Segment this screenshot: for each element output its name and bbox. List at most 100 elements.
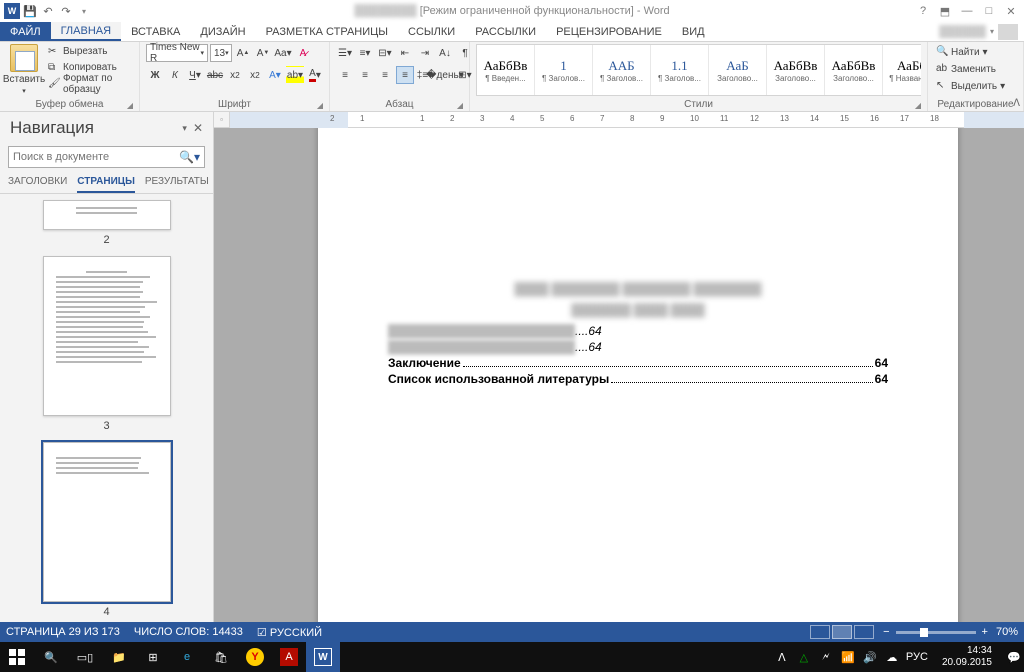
toc-entry[interactable]: ██████████████████████....64 xyxy=(388,340,888,354)
styles-dialog-launcher[interactable]: ◢ xyxy=(915,101,921,110)
align-center-icon[interactable]: ≡ xyxy=(356,66,374,84)
style-item[interactable]: АаБбВв¶ Введен... xyxy=(477,45,535,95)
tray-volume-icon[interactable]: 🔊 xyxy=(862,649,878,665)
close-icon[interactable]: ✕ xyxy=(1004,5,1018,18)
find-button[interactable]: 🔍Найти ▾ xyxy=(934,44,990,60)
page-thumb[interactable]: 2 xyxy=(0,200,213,246)
underline-icon[interactable]: Ч▾ xyxy=(186,66,204,84)
word-taskbar-icon[interactable]: W xyxy=(306,642,340,672)
bold-icon[interactable]: Ж xyxy=(146,66,164,84)
toc-entry[interactable]: Заключение64 xyxy=(388,356,888,370)
calculator-icon[interactable]: ⊞ xyxy=(136,642,170,672)
nav-close-icon[interactable]: ✕ xyxy=(193,121,203,135)
tab-references[interactable]: ССЫЛКИ xyxy=(398,22,465,41)
tab-home[interactable]: ГЛАВНАЯ xyxy=(51,22,121,41)
ribbon-display-icon[interactable]: ⬒ xyxy=(938,5,952,18)
tab-review[interactable]: РЕЦЕНЗИРОВАНИЕ xyxy=(546,22,672,41)
format-painter-button[interactable]: 🖌Формат по образцу xyxy=(46,76,133,91)
view-print-icon[interactable] xyxy=(832,625,852,639)
text-effects-icon[interactable]: A▾ xyxy=(266,66,284,84)
styles-gallery[interactable]: АаБбВв¶ Введен...1¶ Заголов...ААБ¶ Загол… xyxy=(476,44,921,96)
nav-search[interactable]: 🔍▾ xyxy=(8,146,205,168)
edge-icon[interactable]: e xyxy=(170,642,204,672)
account-area[interactable]: ██████ ▾ xyxy=(939,22,1024,41)
tab-mailings[interactable]: РАССЫЛКИ xyxy=(465,22,546,41)
zoom-in-icon[interactable]: + xyxy=(982,626,988,638)
maximize-icon[interactable]: □ xyxy=(982,5,996,18)
document-page[interactable]: ████ ████████ ████████ ████████ ███████ … xyxy=(318,128,958,622)
zoom-slider[interactable] xyxy=(896,631,976,634)
page-thumb[interactable]: 4 xyxy=(0,442,213,618)
status-words[interactable]: ЧИСЛО СЛОВ: 14433 xyxy=(134,626,243,638)
tray-clock[interactable]: 14:34 20.09.2015 xyxy=(934,645,1000,669)
adobe-icon[interactable]: A xyxy=(272,642,306,672)
numbering-icon[interactable]: ≡▾ xyxy=(356,44,374,62)
page-canvas[interactable]: ████ ████████ ████████ ████████ ███████ … xyxy=(214,128,1024,622)
explorer-icon[interactable]: 📁 xyxy=(102,642,136,672)
view-read-icon[interactable] xyxy=(810,625,830,639)
undo-icon[interactable]: ↶ xyxy=(40,3,56,19)
style-item[interactable]: ААБ¶ Заголов... xyxy=(593,45,651,95)
start-button[interactable] xyxy=(0,642,34,672)
nav-search-input[interactable] xyxy=(13,151,179,163)
zoom-out-icon[interactable]: − xyxy=(883,626,889,638)
store-icon[interactable]: 🛍 xyxy=(204,642,238,672)
style-item[interactable]: АаБбВвЗаголово... xyxy=(825,45,883,95)
toc-entry[interactable]: ██████████████████████....64 xyxy=(388,324,888,338)
tab-file[interactable]: ФАЙЛ xyxy=(0,22,51,41)
tray-wifi-icon[interactable]: 📶 xyxy=(840,649,856,665)
decrease-indent-icon[interactable]: ⇤ xyxy=(396,44,414,62)
tab-insert[interactable]: ВСТАВКА xyxy=(121,22,190,41)
style-item[interactable]: АаБбВвЗаголово... xyxy=(767,45,825,95)
font-size-combo[interactable]: 13▾ xyxy=(210,44,232,62)
qat-dropdown-icon[interactable]: ▾ xyxy=(76,3,92,19)
tab-layout[interactable]: РАЗМЕТКА СТРАНИЦЫ xyxy=(256,22,398,41)
status-language[interactable]: ☑ РУССКИЙ xyxy=(257,626,322,639)
tray-notifications-icon[interactable]: 💬 xyxy=(1006,649,1022,665)
page-thumb[interactable]: 3 xyxy=(0,256,213,432)
style-item[interactable]: АаБЗаголово... xyxy=(709,45,767,95)
clear-formatting-icon[interactable]: A̷ xyxy=(294,44,312,62)
tray-lang[interactable]: РУС xyxy=(906,649,928,665)
nav-tab-headings[interactable]: ЗАГОЛОВКИ xyxy=(8,176,67,193)
italic-icon[interactable]: К xyxy=(166,66,184,84)
collapse-ribbon-icon[interactable]: ᐱ xyxy=(1013,98,1020,109)
style-item[interactable]: 1.1¶ Заголов... xyxy=(651,45,709,95)
clipboard-dialog-launcher[interactable]: ◢ xyxy=(127,101,133,110)
search-icon[interactable]: 🔍▾ xyxy=(179,150,200,164)
bullets-icon[interactable]: ☰▾ xyxy=(336,44,354,62)
subscript-icon[interactable]: x2 xyxy=(226,66,244,84)
style-item[interactable]: 1¶ Заголов... xyxy=(535,45,593,95)
horizontal-ruler[interactable]: 21123456789101112131415161718 xyxy=(230,112,1024,128)
change-case-icon[interactable]: Aa▾ xyxy=(274,44,292,62)
taskbar-search-icon[interactable]: 🔍 xyxy=(34,642,68,672)
paragraph-dialog-launcher[interactable]: ◢ xyxy=(457,101,463,110)
ruler-corner[interactable]: ▫ xyxy=(214,112,230,128)
strike-icon[interactable]: abc xyxy=(206,66,224,84)
shading-icon[interactable]: �день▾ xyxy=(436,66,454,84)
align-left-icon[interactable]: ≡ xyxy=(336,66,354,84)
highlight-icon[interactable]: ab▾ xyxy=(286,66,304,84)
paste-button[interactable]: Вставить ▾ xyxy=(6,44,42,95)
increase-indent-icon[interactable]: ⇥ xyxy=(416,44,434,62)
toc-entry[interactable]: Список использованной литературы64 xyxy=(388,372,888,386)
zoom-level[interactable]: 70% xyxy=(996,626,1018,638)
taskview-icon[interactable]: ▭▯ xyxy=(68,642,102,672)
tray-chevron-icon[interactable]: ᐱ xyxy=(774,649,790,665)
save-icon[interactable]: 💾 xyxy=(22,3,38,19)
status-page[interactable]: СТРАНИЦА 29 ИЗ 173 xyxy=(6,626,120,638)
nav-tab-pages[interactable]: СТРАНИЦЫ xyxy=(77,176,135,193)
view-web-icon[interactable] xyxy=(854,625,874,639)
redo-icon[interactable]: ↷ xyxy=(58,3,74,19)
multilevel-icon[interactable]: ⊟▾ xyxy=(376,44,394,62)
align-right-icon[interactable]: ≡ xyxy=(376,66,394,84)
system-tray[interactable]: ᐱ △ 🗲 📶 🔊 ☁ РУС 14:34 20.09.2015 💬 xyxy=(772,645,1024,669)
superscript-icon[interactable]: x2 xyxy=(246,66,264,84)
tab-view[interactable]: ВИД xyxy=(672,22,715,41)
font-name-combo[interactable]: Times New R▾ xyxy=(146,44,208,62)
grow-font-icon[interactable]: A▲ xyxy=(234,44,252,62)
cut-button[interactable]: ✂Вырезать xyxy=(46,44,133,59)
justify-icon[interactable]: ≡ xyxy=(396,66,414,84)
sort-icon[interactable]: A↓ xyxy=(436,44,454,62)
nav-tab-results[interactable]: РЕЗУЛЬТАТЫ xyxy=(145,176,209,193)
